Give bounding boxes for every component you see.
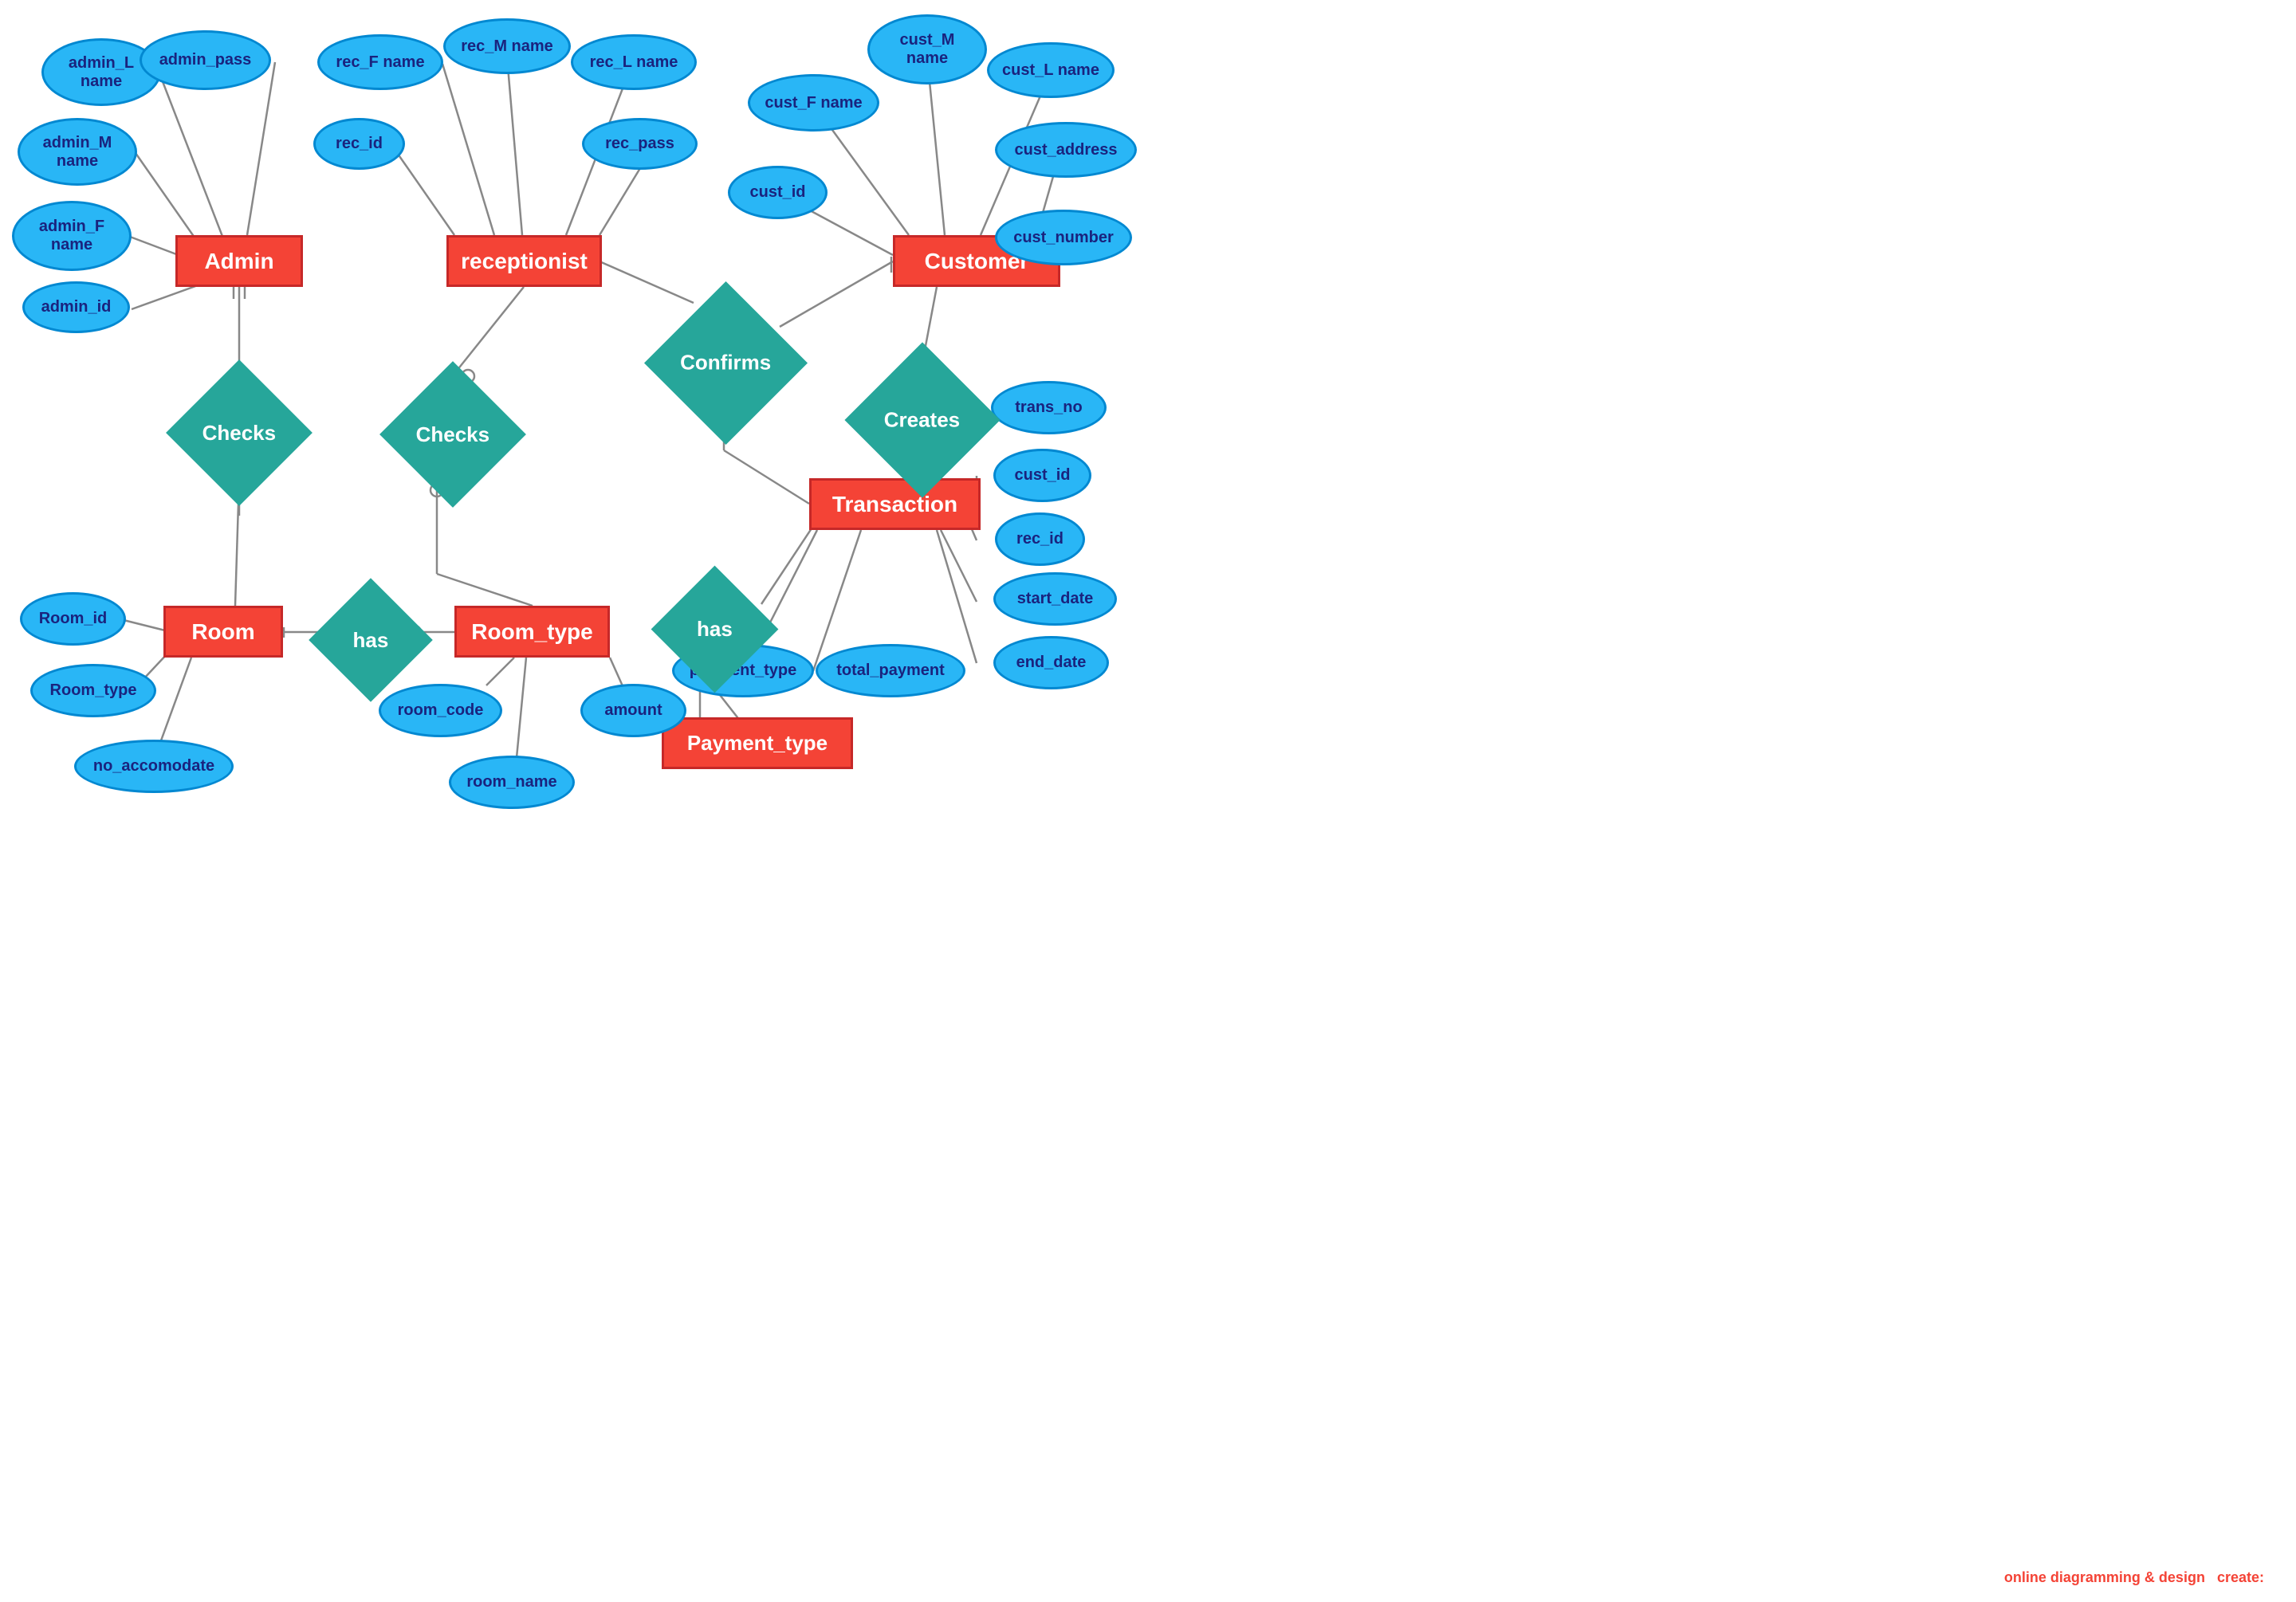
attr-cust-address: cust_address [995,122,1137,178]
entity-room-type: Room_type [454,606,610,658]
attr-room-id: Room_id [20,592,126,646]
rel-creates-label: Creates [884,408,960,433]
attr-cust-lname: cust_L name [987,42,1115,98]
rel-checks-admin-label: Checks [202,421,277,446]
entity-transaction-label: Transaction [832,492,957,517]
entity-room-label: Room [191,619,254,645]
rel-checks-rec: Checks [379,361,526,508]
er-diagram: Admin receptionist Customer Room Room_ty… [0,0,2296,1602]
attr-rec-mname: rec_M name [443,18,571,74]
rel-checks-admin: Checks [166,359,313,506]
attr-amount: amount [580,684,686,737]
rel-confirms: Confirms [644,281,808,445]
attr-admin-pass: admin_pass [140,30,271,90]
attr-cust-number: cust_number [995,210,1132,265]
entity-room: Room [163,606,283,658]
attr-trans-no: trans_no [991,381,1107,434]
attr-rec-id: rec_id [313,118,405,170]
watermark-text: online diagramming & design [2004,1569,2205,1585]
attr-room-code: room_code [379,684,502,737]
entity-admin: Admin [175,235,303,287]
attr-rec-lname: rec_L name [571,34,697,90]
entity-receptionist: receptionist [446,235,602,287]
attr-trans-recid: rec_id [995,512,1085,566]
attr-rec-pass: rec_pass [582,118,698,170]
entity-payment-type: Payment_type [662,717,853,769]
entity-admin-label: Admin [204,249,273,274]
rel-checks-rec-label: Checks [416,422,490,447]
rel-confirms-label: Confirms [680,351,771,375]
attr-room-type: Room_type [30,664,156,717]
attr-admin-lname: admin_L name [41,38,161,106]
attr-no-accomodate: no_accomodate [74,740,234,793]
attr-admin-fname: admin_F name [12,201,132,271]
rel-has-room: has [309,578,433,702]
attr-admin-mname: admin_M name [18,118,137,186]
attr-trans-custid: cust_id [993,449,1091,502]
attr-admin-id: admin_id [22,281,130,333]
attr-room-name: room_name [449,756,575,809]
watermark: online diagramming & design create: [2004,1569,2264,1586]
attr-cust-id: cust_id [728,166,828,219]
watermark-brand: create: [2217,1569,2264,1585]
attr-cust-mname: cust_M name [867,14,987,84]
attr-rec-fname: rec_F name [317,34,443,90]
attr-total-payment: total_payment [816,644,965,697]
entity-transaction: Transaction [809,478,981,530]
attr-cust-fname: cust_F name [748,74,879,132]
rel-creates: Creates [844,342,1000,497]
rel-has-room-label: has [353,628,389,653]
connector-lines [0,0,2296,1602]
entity-room-type-label: Room_type [471,619,592,645]
entity-payment-type-label: Payment_type [687,731,828,756]
rel-has-trans-label: has [697,617,733,642]
attr-start-date: start_date [993,572,1117,626]
attr-end-date: end_date [993,636,1109,689]
entity-receptionist-label: receptionist [461,249,588,274]
